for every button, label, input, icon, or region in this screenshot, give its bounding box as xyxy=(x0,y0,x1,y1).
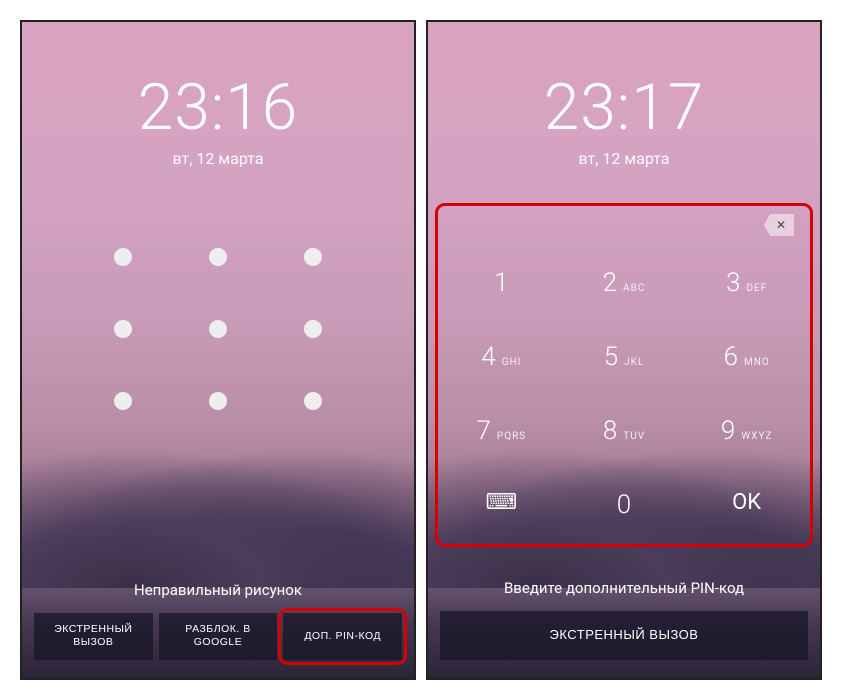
key-letters: DEF xyxy=(746,283,767,294)
key-7[interactable]: 7 PQRS xyxy=(440,394,563,468)
key-letters: PQRS xyxy=(497,431,526,442)
key-number: 9 xyxy=(721,416,735,446)
key-9[interactable]: 9 WXYZ xyxy=(685,394,808,468)
pattern-dot[interactable] xyxy=(209,248,227,266)
key-2[interactable]: 2 ABC xyxy=(563,246,686,320)
key-1[interactable]: 1 xyxy=(440,246,563,320)
pattern-grid[interactable] xyxy=(22,248,414,410)
pattern-dot[interactable] xyxy=(209,392,227,410)
key-number: 0 xyxy=(617,490,631,520)
key-3[interactable]: 3 DEF xyxy=(685,246,808,320)
keyboard-icon: ⌨ xyxy=(485,490,517,515)
pattern-dot[interactable] xyxy=(114,392,132,410)
pattern-dot[interactable] xyxy=(304,320,322,338)
pattern-dot[interactable] xyxy=(114,320,132,338)
key-6[interactable]: 6 MNO xyxy=(685,320,808,394)
key-0[interactable]: 0 xyxy=(563,468,686,542)
ok-key[interactable]: OK xyxy=(685,468,808,542)
pattern-dot[interactable] xyxy=(114,248,132,266)
key-number: 5 xyxy=(604,342,618,372)
key-number: 7 xyxy=(476,416,490,446)
button-row: ЭКСТРЕННЫЙ ВЫЗОВ РАЗБЛОК. В GOOGLE ДОП. … xyxy=(34,613,402,660)
key-letters: TUV xyxy=(623,431,645,442)
key-number: 1 xyxy=(494,268,508,298)
key-number: 8 xyxy=(603,416,617,446)
key-5[interactable]: 5 JKL xyxy=(563,320,686,394)
pattern-dot[interactable] xyxy=(304,392,322,410)
key-4[interactable]: 4 GHI xyxy=(440,320,563,394)
clock-date: вт, 12 марта xyxy=(428,149,820,168)
keyboard-toggle-key[interactable]: ⌨ xyxy=(440,468,563,542)
key-number: 4 xyxy=(481,342,495,372)
numeric-keypad: 1 2 ABC 3 DEF 4 GHI 5 JKL 6 MNO 7 PQRS 8 TUV 9 WXYZ ⌨ 0 OK xyxy=(440,246,808,542)
pin-display: ✕ xyxy=(440,208,808,246)
lockscreen-pin: 23:17 вт, 12 марта ✕ 1 2 ABC 3 DEF 4 GHI 5 JKL 6M… xyxy=(426,20,822,680)
key-letters: JKL xyxy=(624,357,644,368)
key-8[interactable]: 8 TUV xyxy=(563,394,686,468)
pin-keypad-panel: ✕ 1 2 ABC 3 DEF 4 GHI 5 JKL 6 MNO 7 PQRS 8 TUV 9 WXYZ ⌨ 0 O… xyxy=(440,208,808,542)
prompt-message: Введите дополнительный PIN-код xyxy=(440,579,808,597)
ok-label: OK xyxy=(732,490,761,515)
key-number: 6 xyxy=(724,342,738,372)
emergency-call-button[interactable]: ЭКСТРЕННЫЙ ВЫЗОВ xyxy=(34,613,153,660)
key-number: 2 xyxy=(603,268,617,298)
backspace-icon[interactable]: ✕ xyxy=(764,214,794,236)
emergency-call-button[interactable]: ЭКСТРЕННЫЙ ВЫЗОВ xyxy=(440,611,808,660)
lockscreen-pattern: 23:16 вт, 12 марта Неправильный рисунок … xyxy=(20,20,416,680)
pattern-dot[interactable] xyxy=(304,248,322,266)
clock-time: 23:16 xyxy=(22,70,414,145)
key-letters: WXYZ xyxy=(741,431,772,442)
key-number: 3 xyxy=(726,268,740,298)
clock-time: 23:17 xyxy=(428,70,820,145)
clock-date: вт, 12 марта xyxy=(22,149,414,168)
key-letters: GHI xyxy=(502,357,522,368)
key-letters: ABC xyxy=(623,283,645,294)
error-message: Неправильный рисунок xyxy=(34,581,402,599)
backup-pin-button[interactable]: ДОП. PIN-КОД xyxy=(283,613,402,660)
key-letters: MNO xyxy=(744,357,770,368)
unlock-google-button[interactable]: РАЗБЛОК. В GOOGLE xyxy=(159,613,278,660)
pattern-dot[interactable] xyxy=(209,320,227,338)
